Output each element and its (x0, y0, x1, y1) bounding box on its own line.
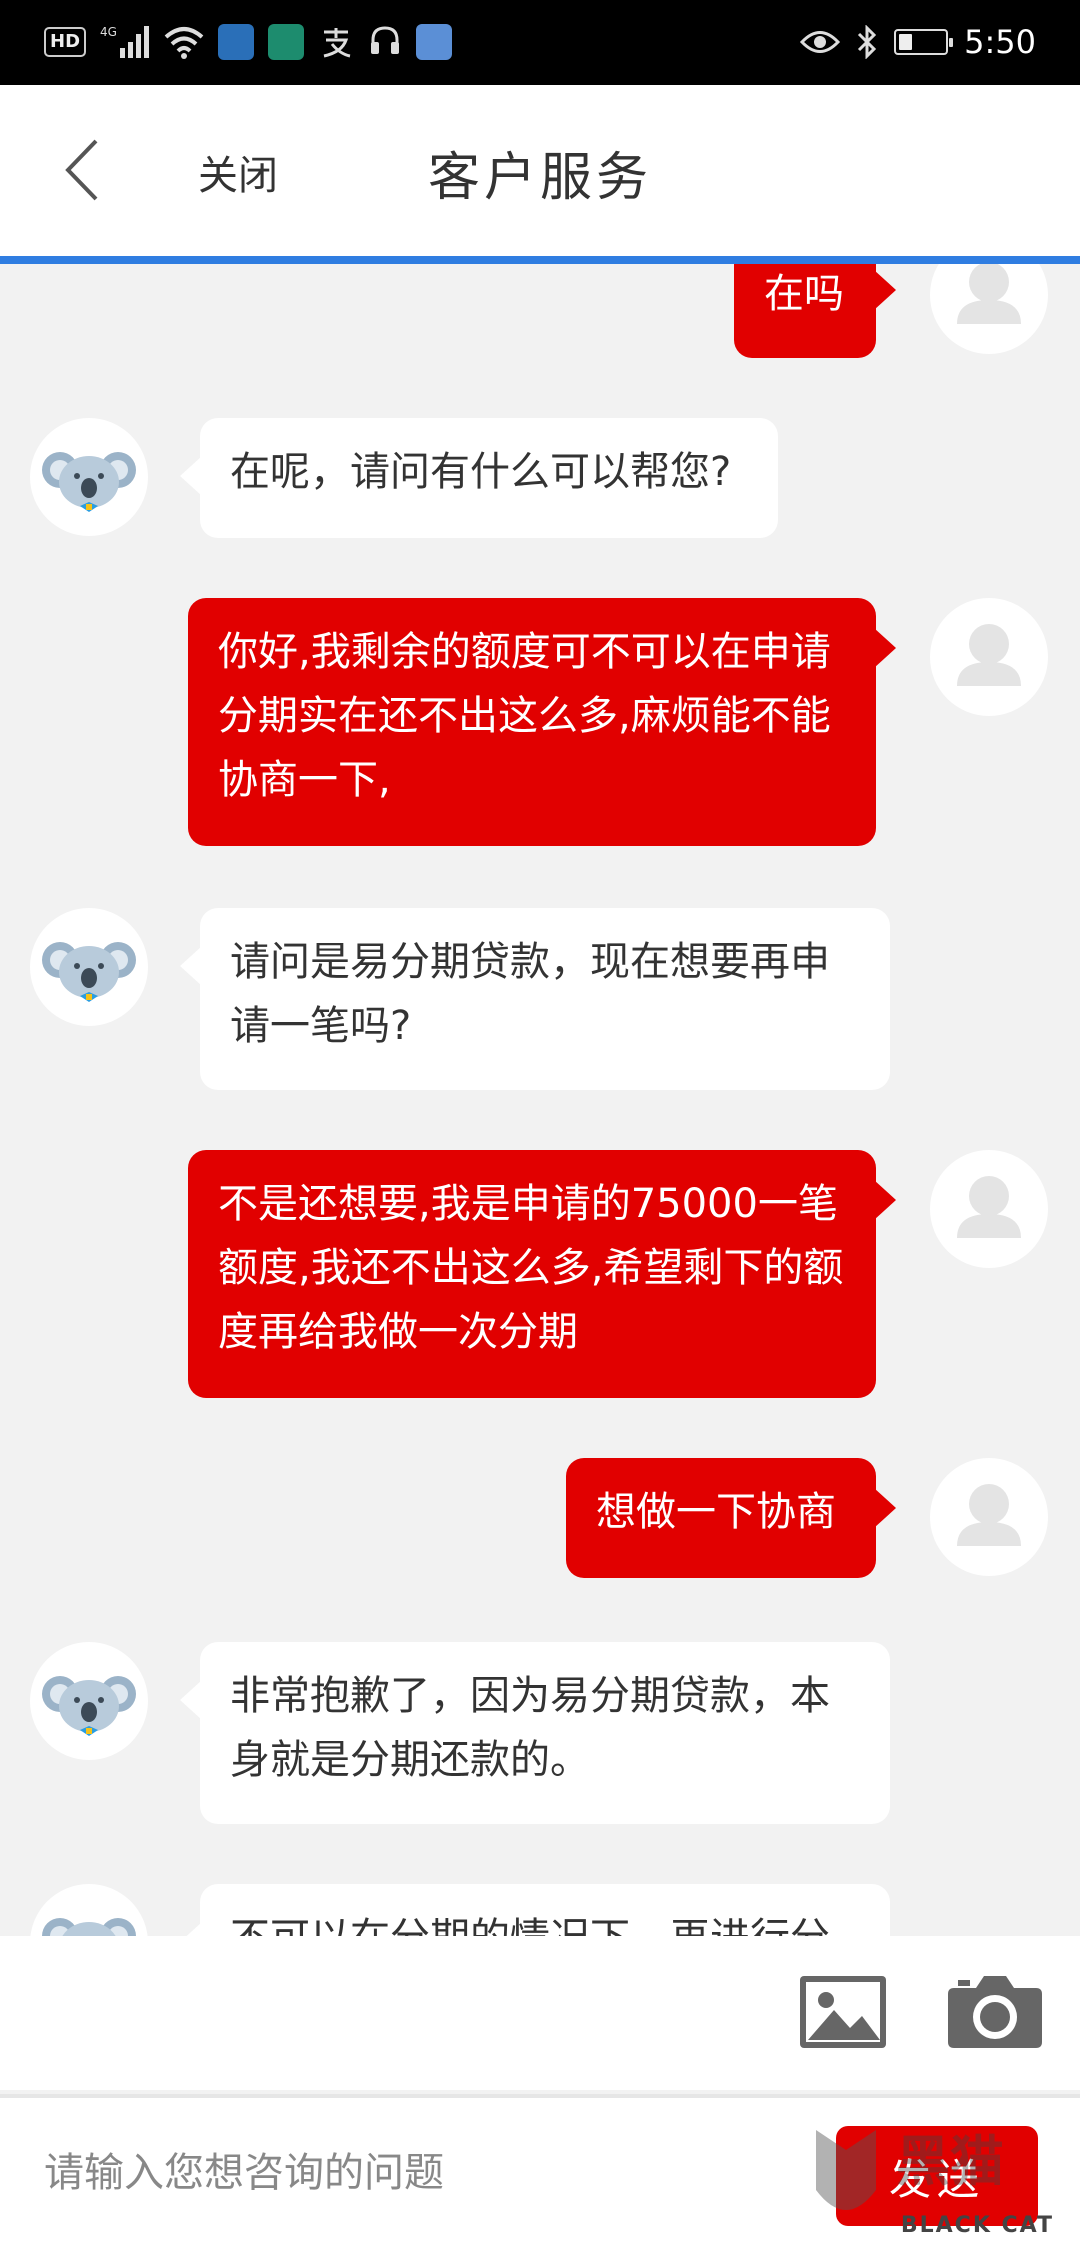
attachment-toolbar (0, 1936, 1080, 2090)
agent-avatar (30, 418, 148, 536)
app-notification-icon (416, 24, 453, 60)
page-title: 客户服务 (427, 148, 652, 208)
user-avatar (930, 598, 1048, 716)
status-right: 5:50 (800, 22, 1036, 62)
camera-button[interactable] (946, 1970, 1044, 2050)
user-avatar (930, 1458, 1048, 1576)
status-left: HD 4G (44, 22, 453, 62)
wifi-icon (164, 24, 204, 60)
agent-avatar (30, 1884, 148, 1936)
hd-badge: HD (44, 27, 87, 57)
chat-list[interactable]: 在吗 在呢，请问有什么可以帮您? 你好,我剩余的额度可不可以在申请分期实在还不出… (0, 264, 1080, 1936)
eye-icon (800, 24, 841, 60)
watermark-text: BLACK CAT (900, 2213, 1054, 2238)
battery-level (899, 34, 913, 50)
koala-icon (42, 1918, 136, 1936)
koala-icon (42, 942, 136, 1002)
koala-icon (42, 452, 136, 512)
agent-bubble: 请问是易分期贷款，现在想要再申请一笔吗? (180, 908, 890, 1090)
page-load-progress (0, 256, 1080, 264)
user-avatar-icon (957, 1484, 1021, 1546)
user-bubble: 你好,我剩余的额度可不可以在申请分期实在还不出这么多,麻烦能不能协商一下, (188, 598, 896, 846)
app-header: 关闭 客户服务 (0, 85, 1080, 256)
app-notification-icon (268, 24, 305, 60)
app-notification-icon (218, 24, 255, 60)
user-avatar (930, 1150, 1048, 1268)
battery-icon (894, 29, 954, 55)
user-avatar-icon (957, 624, 1021, 686)
koala-icon (42, 1676, 136, 1736)
user-bubble: 想做一下协商 (566, 1458, 896, 1578)
agent-bubble: 在呢，请问有什么可以帮您? (180, 418, 778, 538)
agent-bubble: 非常抱歉了，因为易分期贷款，本身就是分期还款的。 (180, 1642, 890, 1824)
user-bubble: 在吗 (734, 264, 896, 358)
image-picker-button[interactable] (798, 1974, 888, 2050)
svg-text:黑猫: 黑猫 (896, 2130, 1004, 2193)
alipay-icon (318, 24, 354, 60)
headset-icon (368, 24, 402, 60)
message-input[interactable] (44, 2138, 764, 2208)
clock: 5:50 (964, 23, 1036, 61)
signal-icon: 4G (100, 24, 150, 60)
agent-avatar (30, 1642, 148, 1760)
user-avatar (930, 264, 1048, 354)
user-avatar-icon (957, 1176, 1021, 1238)
progress-fill (0, 256, 1080, 264)
status-bar: HD 4G 5:50 (0, 0, 1080, 85)
user-bubble: 不是还想要,我是申请的75000一笔额度,我还不出这么多,希望剩下的额度再给我做… (188, 1150, 896, 1398)
agent-avatar (30, 908, 148, 1026)
message-input-bar: 发送 黑猫 BLACK CAT (0, 2094, 1080, 2244)
user-avatar-icon (957, 264, 1021, 324)
image-icon (800, 1976, 886, 2048)
camera-icon (948, 1976, 1042, 2048)
signal-label: 4G (100, 25, 117, 39)
bluetooth-icon (856, 24, 878, 60)
agent-bubble: 不可以在分期的情况下，再进行分 (180, 1884, 890, 1936)
